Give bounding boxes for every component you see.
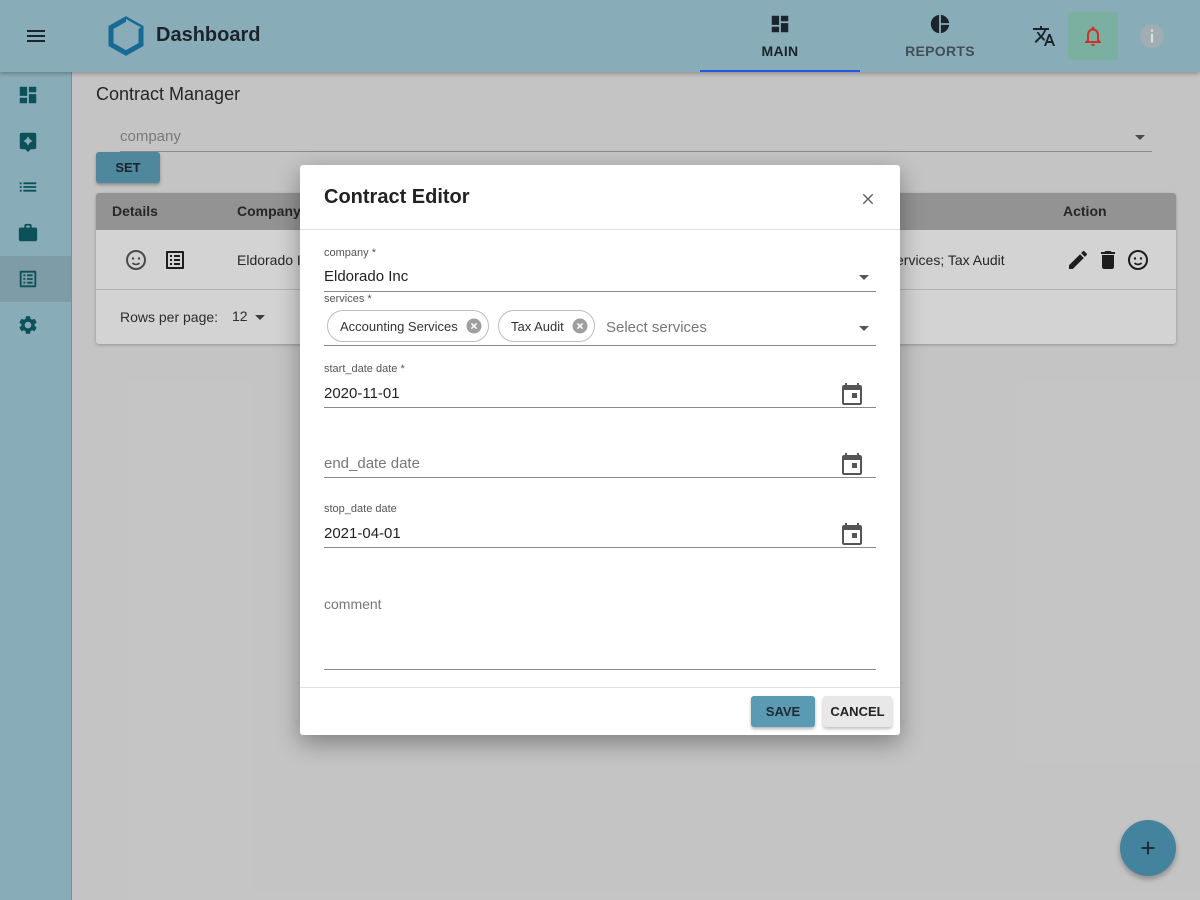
end-date-field[interactable]: end_date date bbox=[324, 433, 876, 479]
save-button[interactable]: SAVE bbox=[751, 696, 815, 727]
company-field-label: company * bbox=[324, 247, 376, 259]
start-date-label: start_date date * bbox=[324, 363, 405, 375]
cancel-button[interactable]: CANCEL bbox=[823, 696, 892, 727]
comment-textarea[interactable]: comment bbox=[324, 585, 876, 671]
service-chip-label: Accounting Services bbox=[340, 318, 458, 334]
calendar-icon[interactable] bbox=[840, 382, 864, 406]
remove-chip-icon[interactable] bbox=[464, 316, 484, 336]
end-date-placeholder: end_date date bbox=[324, 455, 420, 472]
field-underline bbox=[324, 547, 876, 548]
divider bbox=[300, 687, 900, 688]
field-underline bbox=[324, 345, 876, 346]
dialog-title: Contract Editor bbox=[324, 186, 470, 208]
services-placeholder: Select services bbox=[606, 319, 707, 336]
calendar-icon[interactable] bbox=[840, 522, 864, 546]
services-field-label: services * bbox=[324, 293, 372, 305]
company-field[interactable]: company * Eldorado Inc bbox=[324, 247, 876, 293]
field-underline bbox=[324, 669, 876, 670]
field-underline bbox=[324, 477, 876, 478]
field-underline bbox=[324, 407, 876, 408]
chevron-down-icon bbox=[859, 275, 869, 280]
stop-date-field[interactable]: stop_date date 2021-04-01 bbox=[324, 503, 876, 549]
stop-date-value: 2021-04-01 bbox=[324, 525, 401, 542]
service-chip: Accounting Services bbox=[327, 310, 489, 342]
field-underline bbox=[324, 291, 876, 292]
chevron-down-icon bbox=[859, 326, 869, 331]
start-date-field[interactable]: start_date date * 2020-11-01 bbox=[324, 363, 876, 409]
company-field-value: Eldorado Inc bbox=[324, 268, 409, 285]
service-chip-label: Tax Audit bbox=[511, 318, 564, 334]
divider bbox=[300, 229, 900, 230]
start-date-value: 2020-11-01 bbox=[324, 385, 400, 402]
comment-placeholder: comment bbox=[324, 596, 382, 612]
service-chip: Tax Audit bbox=[498, 310, 595, 342]
stop-date-label: stop_date date bbox=[324, 503, 397, 515]
close-icon[interactable] bbox=[854, 185, 882, 213]
calendar-icon[interactable] bbox=[840, 452, 864, 476]
remove-chip-icon[interactable] bbox=[570, 316, 590, 336]
contract-editor-dialog: Contract Editor company * Eldorado Inc s… bbox=[300, 165, 900, 735]
